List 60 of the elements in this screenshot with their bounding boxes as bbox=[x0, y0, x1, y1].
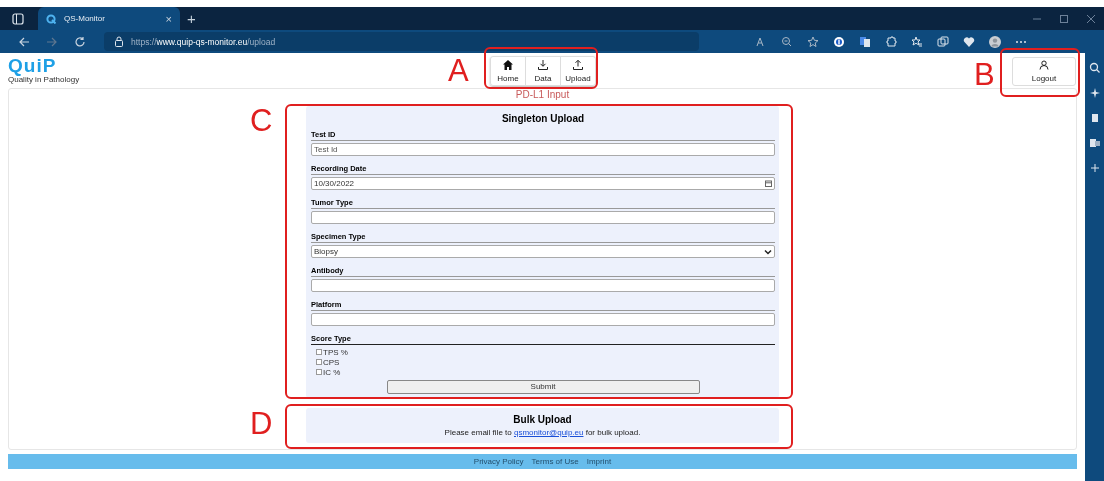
zoom-out-icon[interactable] bbox=[781, 35, 793, 48]
checkbox-label: IC % bbox=[323, 367, 341, 377]
email-link[interactable]: qsmonitor@quip.eu bbox=[513, 428, 584, 437]
lock-icon bbox=[114, 36, 124, 47]
checkbox-label: CPS bbox=[323, 357, 340, 367]
close-tab-button[interactable]: × bbox=[165, 12, 172, 25]
select-field[interactable]: Biopsy bbox=[311, 245, 775, 258]
checkbox[interactable] bbox=[316, 349, 322, 355]
maximize-icon[interactable] bbox=[1059, 13, 1069, 24]
upload-icon bbox=[572, 59, 584, 71]
calendar-icon[interactable] bbox=[765, 180, 772, 187]
tab-title: QS-Monitor bbox=[64, 14, 106, 23]
profile-icon[interactable] bbox=[989, 35, 1001, 48]
refresh-icon[interactable] bbox=[74, 35, 86, 48]
bulk-title: Bulk Upload bbox=[513, 414, 572, 425]
input-field[interactable]: Test Id bbox=[311, 143, 775, 156]
checkbox-label: TPS % bbox=[323, 347, 348, 357]
input-field[interactable] bbox=[311, 211, 775, 224]
translate-icon[interactable] bbox=[859, 35, 871, 48]
logo-text: QuiP bbox=[8, 56, 57, 75]
checkbox[interactable] bbox=[316, 359, 322, 365]
annotation-letter: A bbox=[448, 56, 469, 86]
password-icon[interactable] bbox=[833, 35, 845, 48]
input-field[interactable] bbox=[311, 279, 775, 292]
footer-link[interactable]: Terms of Use bbox=[531, 457, 579, 466]
nav-button[interactable]: Upload bbox=[561, 57, 595, 85]
search-icon[interactable] bbox=[1088, 62, 1101, 74]
tabs-icon[interactable] bbox=[12, 12, 24, 25]
download-icon bbox=[537, 59, 549, 71]
person-icon bbox=[1039, 60, 1049, 70]
nav-button[interactable]: Data bbox=[526, 57, 561, 85]
back-icon[interactable] bbox=[18, 35, 30, 48]
input-field[interactable] bbox=[311, 313, 775, 326]
collections-icon[interactable] bbox=[937, 35, 949, 48]
home-icon bbox=[502, 59, 514, 71]
star-icon[interactable] bbox=[807, 35, 819, 48]
form-title: Singleton Upload bbox=[500, 112, 586, 126]
logout-button[interactable]: Logout bbox=[1012, 57, 1076, 86]
submit-button[interactable]: Submit bbox=[386, 380, 700, 394]
annotation-letter: B bbox=[974, 60, 995, 90]
address-field[interactable]: https://www.quip-qs-monitor.eu/upload bbox=[104, 32, 699, 51]
footer-link[interactable]: Privacy Policy bbox=[473, 457, 524, 466]
checkbox[interactable] bbox=[316, 369, 322, 375]
page-title: PD-L1 Input bbox=[515, 89, 570, 102]
browser-tab[interactable]: QS-Monitor × bbox=[38, 7, 180, 30]
date-field[interactable]: 10/30/2022 bbox=[311, 177, 775, 190]
chevron-icon bbox=[764, 248, 772, 255]
annotation-letter: D bbox=[250, 409, 273, 439]
annotation-letter: C bbox=[250, 106, 273, 136]
add-icon[interactable] bbox=[1088, 162, 1101, 174]
favorites-icon[interactable] bbox=[911, 35, 923, 48]
bulk-instructions: Please email file to qsmonitor@quip.eu for bulk upload. bbox=[444, 428, 641, 437]
q-icon bbox=[46, 13, 56, 24]
nav-button[interactable]: Home bbox=[491, 57, 526, 85]
close-icon[interactable] bbox=[1086, 13, 1096, 24]
heart-icon[interactable] bbox=[963, 35, 975, 48]
footer-link[interactable]: Imprint bbox=[586, 457, 612, 466]
new-tab-button[interactable]: + bbox=[187, 10, 196, 27]
extension-icon[interactable] bbox=[885, 35, 897, 48]
url-text: https://www.quip-qs-monitor.eu/upload bbox=[131, 36, 276, 47]
